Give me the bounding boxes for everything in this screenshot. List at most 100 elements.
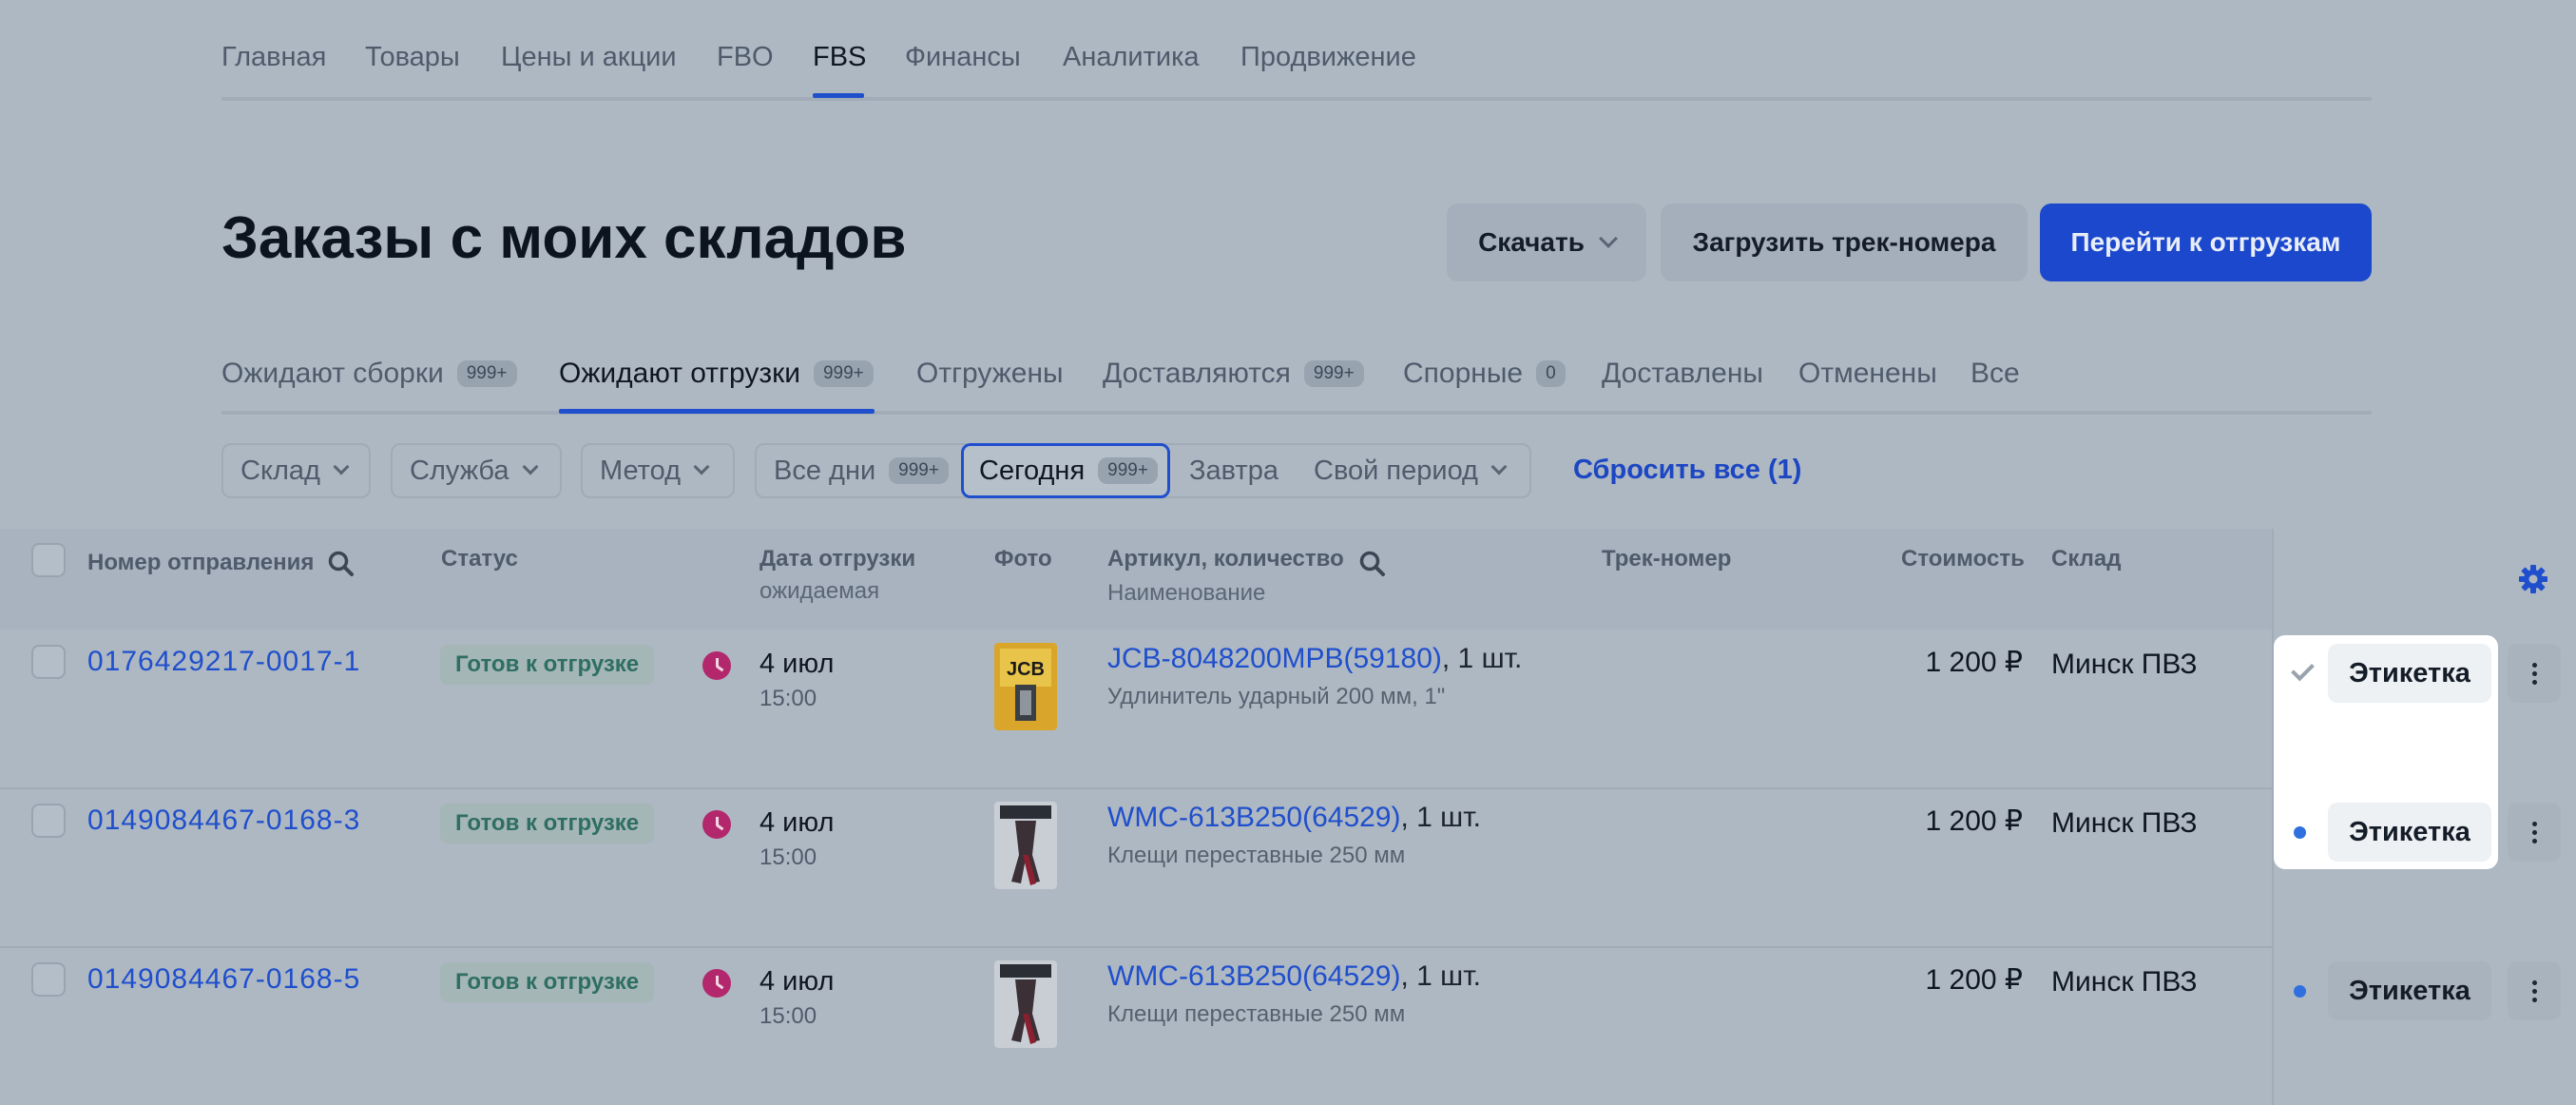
nav-item-prices[interactable]: Цены и акции [501,42,677,73]
sku-cell: WMC-613B250(64529), 1 шт. [1107,960,1481,993]
col-track: Трек-номер [1602,546,1732,572]
tabs-divider [221,411,2372,415]
tab-shipped[interactable]: Отгружены [916,358,1064,390]
col-status: Статус [441,546,518,572]
count-badge: 999+ [1303,360,1364,387]
product-photo[interactable]: JCB [994,643,1057,730]
nav-item-main[interactable]: Главная [221,42,326,73]
nav-item-fbo[interactable]: FBO [717,42,774,73]
tab-label: Спорные [1403,358,1524,389]
tab-all[interactable]: Все [1970,358,2020,390]
more-actions-icon[interactable] [2508,961,2561,1020]
col-sku-sub: Наименование [1107,580,1266,606]
quantity: , 1 шт. [1441,643,1523,674]
tab-label: Все [1970,358,2020,389]
ship-time: 15:00 [759,686,817,711]
product-name: Клещи переставные 250 мм [1107,1001,1406,1027]
gear-icon[interactable] [2518,564,2548,594]
clock-icon [702,651,731,680]
status-badge: Готов к отгрузке [440,645,655,685]
ship-date: 4 июл [759,966,835,997]
row-checkbox[interactable] [31,645,66,679]
today-option[interactable]: Сегодня 999+ [961,443,1170,498]
sku-cell: WMC-613B250(64529), 1 шт. [1107,802,1481,834]
sku-cell: JCB-8048200MPB(59180), 1 шт. [1107,643,1522,675]
sku-link[interactable]: JCB-8048200MPB(59180) [1107,643,1442,674]
nav-item-products[interactable]: Товары [365,42,460,73]
clock-icon [702,969,731,998]
tab-cancelled[interactable]: Отменены [1798,358,1937,390]
nav-item-promotion[interactable]: Продвижение [1240,42,1416,73]
count-badge: 999+ [813,360,874,387]
nav-item-analytics[interactable]: Аналитика [1063,42,1200,73]
tab-awaiting-assembly[interactable]: Ожидают сборки 999+ [221,358,517,390]
filter-label: Метод [600,455,682,486]
product-name: Клещи переставные 250 мм [1107,843,1406,868]
page-title: Заказы с моих складов [221,205,907,271]
chevron-down-icon [333,458,350,475]
nav-item-fbs[interactable]: FBS [813,42,866,73]
product-photo[interactable] [994,802,1057,889]
count-badge: 0 [1536,360,1566,387]
table-header: Номер отправления Статус Дата отгрузки о… [0,529,2272,630]
tab-awaiting-shipment[interactable]: Ожидают отгрузки 999+ [559,358,874,390]
product-photo[interactable] [994,960,1057,1048]
more-actions-icon[interactable] [2508,803,2561,862]
more-actions-icon[interactable] [2508,644,2561,703]
order-number-link[interactable]: 0149084467-0168-5 [87,963,360,996]
select-all-checkbox[interactable] [31,543,66,577]
option-label: Сегодня [979,455,1086,486]
tab-disputed[interactable]: Спорные 0 [1403,358,1566,390]
quantity: , 1 шт. [1400,960,1481,992]
chevron-down-icon [522,458,538,475]
col-sku: Артикул, количество [1107,546,1344,572]
status-badge: Готов к отгрузке [440,804,655,843]
upload-tracks-button[interactable]: Загрузить трек-номера [1661,204,2028,281]
ship-time: 15:00 [759,1003,817,1029]
filter-label: Служба [410,455,509,486]
top-nav: Главная Товары Цены и акции FBO FBS Фина… [221,0,2372,101]
all-days-option[interactable]: Все дни 999+ [774,445,949,496]
new-indicator-dot [2294,826,2306,839]
nav-item-finance[interactable]: Финансы [905,42,1021,73]
col-order-number: Номер отправления [87,550,315,575]
service-filter[interactable]: Служба [391,443,562,498]
search-icon[interactable] [1358,550,1387,578]
sku-link[interactable]: WMC-613B250(64529) [1107,960,1400,992]
row-divider [0,946,2272,948]
method-filter[interactable]: Метод [581,443,735,498]
tab-label: Доставляются [1103,358,1291,389]
label-button[interactable]: Этикетка [2328,803,2491,862]
row-checkbox[interactable] [31,962,66,997]
col-ship-date: Дата отгрузки [759,546,916,572]
order-number-link[interactable]: 0149084467-0168-3 [87,805,360,837]
price: 1 200 ₽ [1925,964,2024,996]
label-button[interactable]: Этикетка [2328,644,2491,703]
order-number-link[interactable]: 0176429217-0017-1 [87,646,360,678]
tab-label: Доставлены [1602,358,1763,389]
tomorrow-option[interactable]: Завтра [1189,445,1278,496]
tab-delivered[interactable]: Доставлены [1602,358,1763,390]
tab-active-indicator [559,409,875,414]
chevron-down-icon [1490,458,1508,475]
reset-filters-link[interactable]: Сбросить все (1) [1573,455,1801,486]
ship-date: 4 июл [759,807,835,838]
download-button[interactable]: Скачать [1447,204,1646,281]
ship-time: 15:00 [759,844,817,870]
quantity: , 1 шт. [1400,802,1481,833]
go-to-shipments-button[interactable]: Перейти к отгрузкам [2040,204,2372,281]
row-checkbox[interactable] [31,804,66,838]
filter-label: Склад [240,455,320,486]
warehouse-name: Минск ПВЗ [2051,807,2198,839]
search-icon[interactable] [327,550,356,578]
custom-period-option[interactable]: Свой период [1314,445,1508,496]
sku-link[interactable]: WMC-613B250(64529) [1107,802,1400,833]
tab-delivering[interactable]: Доставляются 999+ [1103,358,1364,390]
clock-icon [702,810,731,839]
warehouse-filter[interactable]: Склад [221,443,371,498]
price: 1 200 ₽ [1925,647,2024,678]
label-button[interactable]: Этикетка [2328,961,2491,1020]
tab-label: Ожидают сборки [221,358,444,389]
price: 1 200 ₽ [1925,805,2024,837]
col-ship-date-sub: ожидаемая [759,578,880,604]
